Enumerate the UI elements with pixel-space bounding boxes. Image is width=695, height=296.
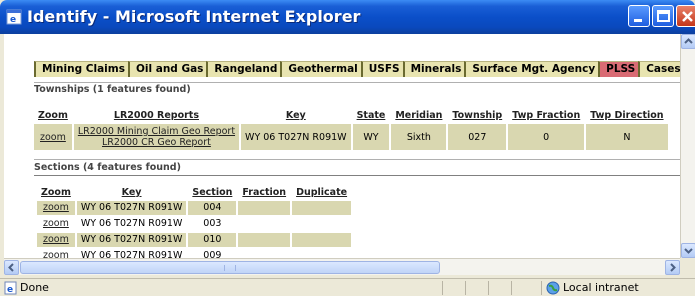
- status-divider: [511, 281, 512, 295]
- security-zone-text: Local intranet: [563, 281, 639, 294]
- col-header-zoom[interactable]: Zoom: [37, 186, 75, 199]
- tab-geothermal[interactable]: Geothermal: [280, 61, 361, 77]
- cell-key: WY 06 T027N R091W: [76, 201, 187, 215]
- col-header-lr2000-reports[interactable]: LR2000 Reports: [74, 109, 239, 122]
- cell-section: 010: [188, 233, 237, 247]
- cell-fraction: [238, 249, 290, 258]
- table-row: zoom LR2000 Mining Claim Geo Report LR20…: [34, 124, 668, 150]
- divider: [34, 175, 680, 176]
- zoom-link[interactable]: zoom: [43, 234, 69, 245]
- cell-state: WY: [352, 124, 390, 150]
- ie-window-icon: e: [6, 9, 22, 25]
- cell-duplicate: [292, 217, 351, 231]
- townships-table: Zoom LR2000 Reports Key State Meridian T…: [32, 107, 670, 152]
- sections-heading: Sections (4 features found): [34, 162, 181, 173]
- svg-text:e: e: [7, 285, 13, 295]
- minimize-button[interactable]: [628, 5, 650, 27]
- globe-icon: [546, 281, 560, 295]
- tab-usfs[interactable]: USFS: [360, 61, 403, 77]
- chevron-up-icon: [684, 38, 693, 44]
- table-row: zoom WY 06 T027N R091W 010: [37, 233, 352, 247]
- cell-meridian: Sixth: [391, 124, 447, 150]
- scroll-down-button[interactable]: [681, 243, 695, 258]
- scroll-left-button[interactable]: [4, 260, 19, 275]
- divider: [34, 159, 680, 160]
- category-tabs: Mining Claims Oil and Gas Rangeland Geother…: [34, 61, 680, 77]
- divider: [34, 82, 680, 83]
- zoom-link[interactable]: zoom: [43, 202, 69, 213]
- tab-minerals[interactable]: Minerals: [402, 61, 465, 77]
- scroll-thumb[interactable]: [20, 261, 440, 274]
- status-text: Done: [20, 281, 49, 294]
- cell-key: WY 06 T027N R091W: [241, 124, 351, 150]
- table-row: zoom WY 06 T027N R091W 009: [37, 249, 351, 258]
- cell-section: 003: [203, 218, 222, 229]
- cell-duplicate: [292, 249, 351, 258]
- zoom-link[interactable]: zoom: [43, 250, 69, 258]
- chevron-down-icon: [684, 248, 693, 254]
- scroll-right-button[interactable]: [665, 260, 680, 275]
- cell-fraction: [238, 233, 291, 247]
- col-header-twp-fraction[interactable]: Twp Fraction: [508, 109, 584, 122]
- table-row: zoom WY 06 T027N R091W 003: [37, 217, 351, 231]
- horizontal-scrollbar[interactable]: [4, 258, 680, 275]
- col-header-state[interactable]: State: [353, 109, 390, 122]
- status-divider: [465, 281, 466, 295]
- grip-icon: [224, 265, 236, 271]
- minimize-icon: [634, 19, 642, 22]
- col-header-key[interactable]: Key: [241, 109, 351, 122]
- col-header-key[interactable]: Key: [77, 186, 187, 199]
- sections-table: Zoom Key Section Fraction Duplicate zoom…: [35, 184, 353, 258]
- scroll-up-button[interactable]: [681, 34, 695, 49]
- svg-text:e: e: [10, 15, 16, 25]
- col-header-meridian[interactable]: Meridian: [391, 109, 446, 122]
- vertical-scrollbar[interactable]: [680, 34, 695, 258]
- tab-cases[interactable]: Cases: [638, 61, 680, 77]
- status-divider: [488, 281, 489, 295]
- tab-oil-and-gas[interactable]: Oil and Gas: [127, 61, 207, 77]
- col-header-twp-direction[interactable]: Twp Direction: [586, 109, 667, 122]
- table-row: zoom WY 06 T027N R091W 004: [37, 201, 352, 215]
- chevron-left-icon: [8, 263, 14, 272]
- cr-geo-report-link[interactable]: LR2000 CR Geo Report: [102, 137, 211, 148]
- zoom-link[interactable]: zoom: [40, 132, 66, 143]
- cell-duplicate: [292, 201, 352, 215]
- ie-window: e Identify - Microsoft Internet Explorer…: [0, 0, 695, 296]
- cell-section: 009: [203, 250, 222, 258]
- cell-section: 004: [188, 201, 237, 215]
- cell-twp-direction: N: [586, 124, 668, 150]
- cell-duplicate: [292, 233, 352, 247]
- status-divider: [442, 281, 443, 295]
- cell-key: WY 06 T027N R091W: [80, 250, 183, 258]
- tab-plss[interactable]: PLSS: [598, 61, 639, 77]
- title-bar[interactable]: e Identify - Microsoft Internet Explorer: [0, 0, 695, 34]
- cell-fraction: [238, 217, 290, 231]
- cell-key: WY 06 T027N R091W: [76, 233, 187, 247]
- maximize-button[interactable]: [652, 5, 674, 27]
- cell-twp-fraction: 0: [508, 124, 585, 150]
- status-divider: [541, 281, 542, 295]
- cell-fraction: [238, 201, 291, 215]
- townships-heading: Townships (1 features found): [34, 84, 191, 95]
- window-title: Identify - Microsoft Internet Explorer: [27, 7, 361, 26]
- cell-township: 027: [448, 124, 507, 150]
- tab-rangeland[interactable]: Rangeland: [206, 61, 281, 77]
- col-header-fraction[interactable]: Fraction: [238, 186, 290, 199]
- tab-mining-claims[interactable]: Mining Claims: [34, 61, 128, 77]
- maximize-icon: [657, 10, 670, 22]
- ie-page-icon: e: [4, 281, 17, 295]
- col-header-zoom[interactable]: Zoom: [34, 109, 72, 122]
- cell-key: WY 06 T027N R091W: [80, 218, 183, 229]
- status-bar: e Done Local intranet: [0, 278, 695, 296]
- close-button[interactable]: [676, 5, 695, 27]
- col-header-section[interactable]: Section: [188, 186, 236, 199]
- chevron-right-icon: [670, 263, 676, 272]
- col-header-duplicate[interactable]: Duplicate: [292, 186, 351, 199]
- mining-claim-geo-report-link[interactable]: LR2000 Mining Claim Geo Report: [78, 126, 235, 137]
- col-header-township[interactable]: Township: [448, 109, 506, 122]
- zoom-link[interactable]: zoom: [43, 218, 69, 229]
- tab-surface-mgt-agency[interactable]: Surface Mgt. Agency: [464, 61, 599, 77]
- page-content: Mining Claims Oil and Gas Rangeland Geother…: [4, 34, 680, 258]
- close-icon: [682, 11, 693, 22]
